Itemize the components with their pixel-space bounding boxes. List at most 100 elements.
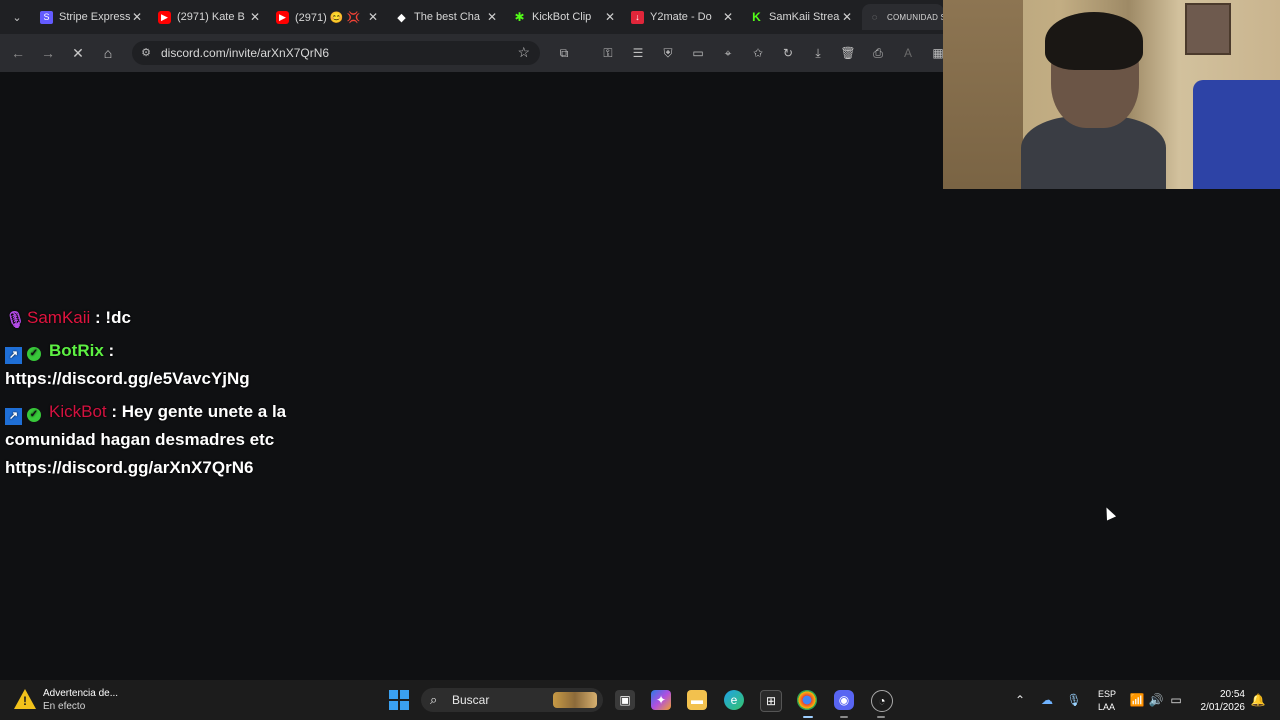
taskbar-search[interactable]: ⌕ Buscar (421, 688, 603, 712)
extensions-icon[interactable]: ⧉ (555, 44, 573, 62)
search-highlight-image (553, 692, 597, 708)
history-icon[interactable]: ↻ (779, 44, 797, 62)
tab-youtube-1[interactable]: ▶ (2971) Kate B ✕ (152, 4, 262, 30)
show-hidden-icons-chevron-icon[interactable]: ⌃ (1012, 692, 1028, 708)
stop-loading-icon[interactable]: ✕ (69, 44, 87, 62)
translate-icon[interactable]: A (899, 44, 917, 62)
obs-icon[interactable]: ◔ (871, 690, 893, 712)
tab-title: Y2mate - Do (650, 11, 712, 23)
battery-icon[interactable]: ▭ (1168, 692, 1184, 708)
favorites-icon[interactable]: ✩ (749, 44, 767, 62)
tab-comunidad[interactable]: ◌ COMUNIDAD S (862, 4, 944, 30)
chat-username: SamKaii (27, 308, 91, 327)
card-icon[interactable]: ▭ (689, 44, 707, 62)
site-info-icon[interactable]: ⚙ (139, 45, 153, 59)
youtube-icon: ▶ (158, 10, 171, 24)
close-icon[interactable]: ✕ (603, 10, 617, 24)
chat-link-kickbot[interactable]: https://discord.gg/arXnX7QrN6 (5, 458, 253, 478)
verified-badge-icon: ✓ (27, 347, 41, 361)
start-tile (400, 701, 409, 710)
volume-icon[interactable]: 🔊 (1148, 692, 1164, 708)
file-explorer-icon[interactable]: ▬ (687, 690, 707, 710)
tab-search-chevron-icon[interactable]: ⌄ (8, 8, 26, 26)
search-placeholder: Buscar (452, 693, 490, 707)
bot-badge-icon: ↗ (5, 408, 22, 425)
tab-best-chat[interactable]: ◆ The best Cha ✕ (389, 4, 499, 30)
tab-kickbot[interactable]: ✱ KickBot Clip ✕ (507, 4, 617, 30)
close-icon[interactable]: ✕ (721, 10, 735, 24)
url-text[interactable]: discord.com/invite/arXnX7QrN6 (161, 46, 329, 60)
start-tile (389, 701, 398, 710)
close-icon[interactable]: ✕ (840, 10, 854, 24)
language-indicator[interactable]: ESP (1098, 689, 1116, 699)
warning-exclamation: ! (23, 694, 27, 708)
bookmark-star-icon[interactable]: ☆ (517, 44, 530, 61)
webcam-wall-picture (1185, 3, 1231, 55)
close-icon[interactable]: ✕ (130, 10, 144, 24)
chat-username: KickBot (49, 402, 107, 421)
tab-stripe[interactable]: S Stripe Express ✕ (34, 4, 144, 30)
keyboard-layout-indicator[interactable]: LAA (1098, 702, 1115, 712)
warning-icon[interactable]: ! (14, 689, 38, 711)
start-tile (389, 690, 398, 699)
vpn-icon[interactable]: ⛨ (659, 44, 677, 62)
reading-list-icon[interactable]: ☰ (629, 44, 647, 62)
youtube-icon: ▶ (276, 10, 289, 24)
trash-icon[interactable]: 🗑 (839, 44, 857, 62)
chat-message-samkaii: 🎙SamKaii : !dc (5, 308, 131, 329)
location-icon[interactable]: ⌖ (719, 44, 737, 62)
obs-running-indicator (877, 716, 885, 718)
microphone-icon[interactable]: 🎙 (1066, 692, 1082, 708)
diamond-icon: ◆ (397, 11, 406, 24)
wifi-icon[interactable]: 📶 (1129, 692, 1145, 708)
discord-running-indicator (840, 716, 848, 718)
chrome-active-indicator (803, 716, 813, 718)
chat-message-kickbot: ↗ ✓ KickBot : Hey gente unete a la (5, 402, 286, 425)
tab-y2mate[interactable]: ↓ Y2mate - Do ✕ (625, 4, 735, 30)
store-icon[interactable]: ⊞ (760, 690, 782, 712)
kickbot-icon: ✱ (514, 10, 525, 24)
close-icon[interactable]: ✕ (485, 10, 499, 24)
back-arrow-icon[interactable]: ← (9, 44, 27, 62)
search-icon: ⌕ (430, 692, 438, 707)
chat-username: BotRix (49, 341, 104, 360)
task-view-icon[interactable]: ▣ (615, 690, 635, 710)
notifications-bell-icon[interactable]: 🔔 (1250, 692, 1266, 708)
tab-title: SamKaii Strea (769, 11, 840, 23)
close-icon[interactable]: ✕ (366, 10, 380, 24)
microphone-badge-icon: 🎙 (5, 312, 26, 329)
copilot-icon[interactable]: ✦ (651, 690, 671, 710)
chat-message-botrix: ↗ ✓ BotRix : (5, 341, 114, 364)
webcam-overlay (943, 0, 1280, 189)
webcam-person-hair (1045, 12, 1143, 70)
chat-text-kickbot-line2: comunidad hagan desmadres etc (5, 430, 275, 449)
download-toolbar-icon[interactable]: ⤓ (809, 44, 827, 62)
home-icon[interactable]: ⌂ (99, 44, 117, 62)
webcam-bed (1193, 80, 1280, 189)
edge-icon[interactable]: e (724, 690, 744, 710)
chat-separator: : (90, 308, 106, 327)
chrome-icon[interactable] (797, 690, 817, 710)
tab-youtube-2[interactable]: ▶ (2971) 😊 💢 ✕ (270, 4, 380, 30)
warning-title[interactable]: Advertencia de... (43, 688, 118, 699)
chat-separator: : (106, 402, 122, 421)
clock-date[interactable]: 2/01/2026 (1197, 702, 1246, 713)
chat-text: Hey gente unete a la (121, 402, 287, 421)
password-key-icon[interactable]: ⚿ (599, 44, 617, 62)
windows-start-icon[interactable] (389, 690, 409, 710)
forward-arrow-icon[interactable]: → (39, 44, 57, 62)
webcam-person (1021, 12, 1166, 189)
tab-samkaii[interactable]: K SamKaii Strea ✕ (744, 4, 854, 30)
discord-icon[interactable]: ◉ (834, 690, 854, 710)
address-bar[interactable]: ⚙ discord.com/invite/arXnX7QrN6 ☆ (132, 41, 540, 65)
tab-title: (2971) 😊 💢 (295, 11, 361, 24)
verified-badge-icon: ✓ (27, 408, 41, 422)
cloud-sync-icon[interactable]: ☁ (1039, 692, 1055, 708)
chat-link-botrix[interactable]: https://discord.gg/e5VavcYjNg (5, 369, 250, 389)
clock-time[interactable]: 20:54 (1219, 689, 1245, 700)
bot-badge-icon: ↗ (5, 347, 22, 364)
warning-subtitle[interactable]: En efecto (43, 701, 85, 712)
close-icon[interactable]: ✕ (248, 10, 262, 24)
print-icon[interactable]: ⎙ (869, 44, 887, 62)
chat-text: !dc (105, 308, 131, 327)
